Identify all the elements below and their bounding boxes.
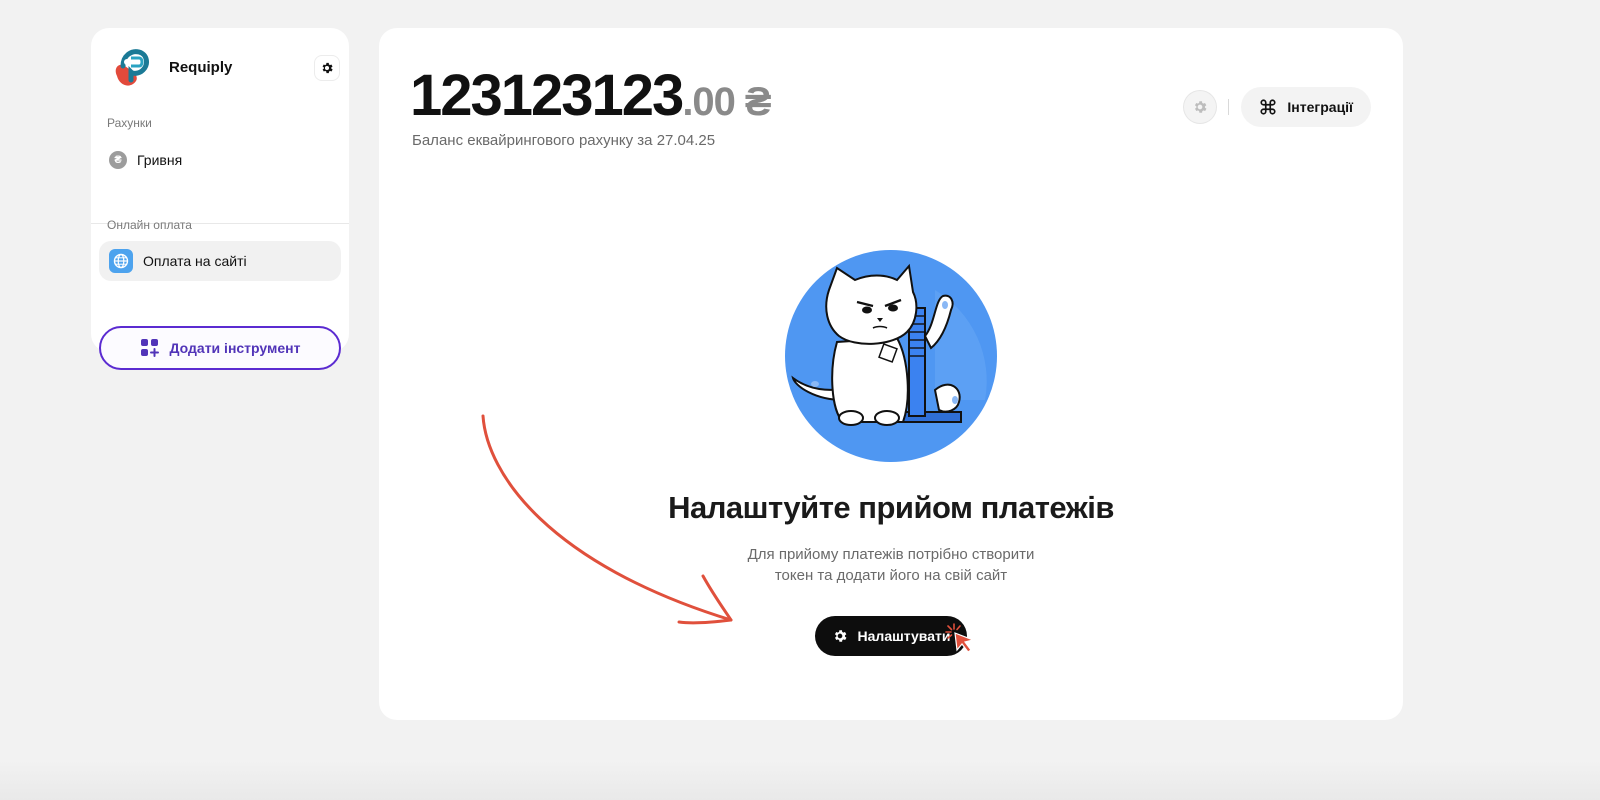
integrations-label: Інтеграції — [1287, 99, 1353, 115]
brand-logo — [115, 49, 149, 86]
setup-button-label: Налаштувати — [857, 628, 951, 644]
balance-caption: Баланс еквайрингового рахунку за 27.04.2… — [412, 132, 716, 149]
brand-settings-button[interactable] — [315, 56, 339, 80]
add-widget-icon — [140, 339, 159, 357]
brand-name: Requiply — [169, 59, 233, 76]
balance-whole: 123123123 — [410, 63, 684, 128]
balance-amount: 123123123 .00 ₴ — [410, 62, 772, 129]
globe-icon — [109, 249, 133, 273]
balance-currency: ₴ — [744, 80, 772, 124]
balance-cents: .00 — [682, 80, 736, 124]
hryvnia-coin-icon: ₴ — [109, 151, 127, 169]
add-tool-button[interactable]: Додати інструмент — [99, 326, 341, 370]
sidebar-item-hryvnia[interactable]: ₴ Гривня — [99, 140, 341, 180]
annotation-arrow — [481, 414, 733, 625]
command-icon — [1260, 99, 1276, 115]
sidebar-item-label: Оплата на сайті — [143, 253, 247, 269]
cursor-click-icon — [945, 623, 975, 653]
gear-icon — [1195, 101, 1207, 113]
gear-icon — [322, 62, 333, 74]
gear-icon — [834, 630, 846, 642]
sidebar-item-website-payment[interactable]: Оплата на сайті — [99, 241, 341, 281]
sidebar-item-label: Гривня — [137, 152, 183, 168]
separator — [1228, 99, 1230, 115]
top-actions: Інтеграції — [1184, 87, 1371, 127]
online-section-label: Онлайн оплата — [107, 218, 192, 232]
sidebar: Requiply Рахунки ₴ Гривня Онлайн оплата … — [91, 28, 349, 370]
bottom-fade — [0, 760, 1600, 800]
accounts-section-label: Рахунки — [107, 116, 152, 130]
cat-illustration — [785, 250, 997, 462]
settings-button[interactable] — [1184, 91, 1217, 123]
brand-row: Requiply — [91, 28, 349, 108]
integrations-button[interactable]: Інтеграції — [1241, 87, 1371, 127]
add-tool-label: Додати інструмент — [169, 340, 301, 356]
main-panel: 123123123 .00 ₴ Баланс еквайрингового ра… — [379, 28, 1403, 720]
